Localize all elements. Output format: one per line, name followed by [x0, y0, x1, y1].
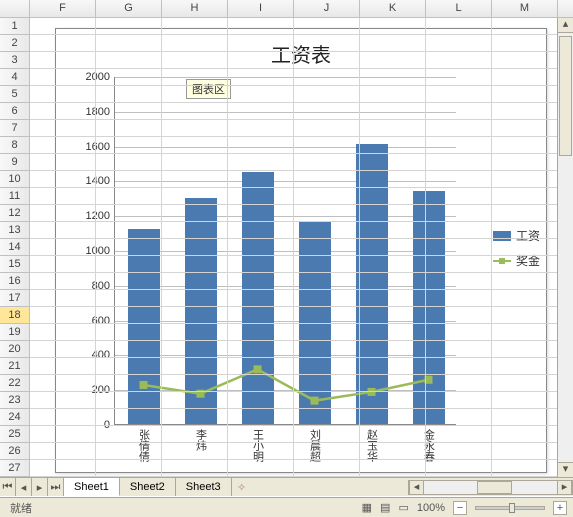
row-header-2[interactable]: 2: [0, 35, 30, 52]
y-tick-label: 1800: [70, 106, 110, 118]
vscroll-thumb[interactable]: [559, 36, 572, 156]
row-header-16[interactable]: 16: [0, 273, 30, 290]
column-header-J[interactable]: J: [294, 0, 360, 17]
row-header-25[interactable]: 25: [0, 426, 30, 443]
legend-item-bar: 工资: [493, 227, 540, 244]
legend-swatch-line: [493, 256, 511, 266]
chart-line-series[interactable]: [115, 77, 456, 424]
hscroll-thumb[interactable]: [477, 481, 512, 494]
legend-swatch-bar: [493, 231, 511, 241]
y-tick-label: 600: [70, 315, 110, 327]
row-header-19[interactable]: 19: [0, 324, 30, 341]
legend-label-bar: 工资: [516, 227, 540, 244]
row-header-24[interactable]: 24: [0, 409, 30, 426]
zoom-thumb[interactable]: [509, 503, 515, 513]
row-header-22[interactable]: 22: [0, 375, 30, 392]
sheet-tab-sheet2[interactable]: Sheet2: [120, 478, 176, 496]
view-layout-icon[interactable]: ▤: [380, 501, 390, 514]
scroll-up-button[interactable]: ▴: [558, 18, 573, 33]
row-header-9[interactable]: 9: [0, 154, 30, 171]
x-tick-label: 金永春: [421, 429, 435, 462]
zoom-out-button[interactable]: −: [453, 501, 467, 515]
zoom-slider[interactable]: [475, 506, 545, 510]
x-tick-label: 赵玉华: [364, 429, 378, 462]
view-break-icon[interactable]: ▭: [398, 501, 408, 514]
row-header-4[interactable]: 4: [0, 69, 30, 86]
row-header-26[interactable]: 26: [0, 443, 30, 460]
row-header-17[interactable]: 17: [0, 290, 30, 307]
row-header-3[interactable]: 3: [0, 52, 30, 69]
column-header-K[interactable]: K: [360, 0, 426, 17]
column-header-M[interactable]: M: [492, 0, 558, 17]
vertical-scrollbar[interactable]: ▴ ▾: [557, 18, 573, 477]
tab-nav-first[interactable]: ⏮: [0, 478, 16, 496]
column-header-F[interactable]: F: [30, 0, 96, 17]
row-headers: 1234567891011121314151617181920212223242…: [0, 18, 30, 477]
row-header-1[interactable]: 1: [0, 18, 30, 35]
horizontal-scrollbar[interactable]: ◂ ▸: [408, 480, 573, 495]
spreadsheet-grid: FGHIJKLM 1234567891011121314151617181920…: [0, 0, 573, 477]
x-tick-label: 王小明: [250, 429, 264, 462]
row-header-13[interactable]: 13: [0, 222, 30, 239]
scroll-left-button[interactable]: ◂: [409, 481, 424, 494]
status-text: 就绪: [10, 500, 32, 516]
column-header-I[interactable]: I: [228, 0, 294, 17]
y-tick-label: 1600: [70, 141, 110, 153]
chart-plot-area[interactable]: 0200400600800100012001400160018002000: [114, 77, 456, 425]
select-all-corner[interactable]: [0, 0, 30, 17]
x-tick-label: 张倩倩: [136, 429, 150, 462]
view-normal-icon[interactable]: ▦: [362, 501, 372, 514]
row-header-14[interactable]: 14: [0, 239, 30, 256]
column-header-G[interactable]: G: [96, 0, 162, 17]
row-header-27[interactable]: 27: [0, 460, 30, 477]
x-tick-label: 李炜: [193, 429, 207, 451]
x-tick-label: 刘晨超: [307, 429, 321, 462]
sheet-tab-sheet3[interactable]: Sheet3: [176, 478, 232, 496]
tab-nav-last[interactable]: ⏭: [48, 478, 64, 496]
row-header-15[interactable]: 15: [0, 256, 30, 273]
sheet-tab-bar: ⏮ ◂ ▸ ⏭ Sheet1Sheet2Sheet3 ✧ ◂ ▸: [0, 477, 573, 496]
chart-object[interactable]: 工资表 图表区 02004006008001000120014001600180…: [55, 28, 547, 473]
row-header-7[interactable]: 7: [0, 120, 30, 137]
column-header-L[interactable]: L: [426, 0, 492, 17]
y-tick-label: 1400: [70, 175, 110, 187]
scroll-down-button[interactable]: ▾: [558, 462, 573, 477]
tab-nav: ⏮ ◂ ▸ ⏭: [0, 478, 64, 496]
chart-legend: 工资 奖金: [493, 219, 540, 277]
row-header-12[interactable]: 12: [0, 205, 30, 222]
row-header-18[interactable]: 18: [0, 307, 30, 324]
tab-nav-prev[interactable]: ◂: [16, 478, 32, 496]
row-header-8[interactable]: 8: [0, 137, 30, 154]
status-bar: 就绪 ▦ ▤ ▭ 100% − +: [0, 497, 573, 517]
row-header-20[interactable]: 20: [0, 341, 30, 358]
row-header-11[interactable]: 11: [0, 188, 30, 205]
row-header-5[interactable]: 5: [0, 86, 30, 103]
column-headers: FGHIJKLM: [0, 0, 573, 18]
row-header-23[interactable]: 23: [0, 392, 30, 409]
tab-nav-next[interactable]: ▸: [32, 478, 48, 496]
y-tick-label: 2000: [70, 71, 110, 83]
row-header-21[interactable]: 21: [0, 358, 30, 375]
zoom-in-button[interactable]: +: [553, 501, 567, 515]
chart-title: 工资表: [56, 39, 546, 68]
zoom-level[interactable]: 100%: [417, 502, 445, 514]
cells-area[interactable]: 工资表 图表区 02004006008001000120014001600180…: [30, 18, 573, 477]
scroll-right-button[interactable]: ▸: [557, 481, 572, 494]
row-header-10[interactable]: 10: [0, 171, 30, 188]
sheet-tab-sheet1[interactable]: Sheet1: [64, 478, 120, 496]
column-header-H[interactable]: H: [162, 0, 228, 17]
y-tick-label: 400: [70, 349, 110, 361]
new-sheet-button[interactable]: ✧: [232, 478, 252, 496]
row-header-6[interactable]: 6: [0, 103, 30, 120]
hscroll-track[interactable]: [424, 481, 557, 494]
